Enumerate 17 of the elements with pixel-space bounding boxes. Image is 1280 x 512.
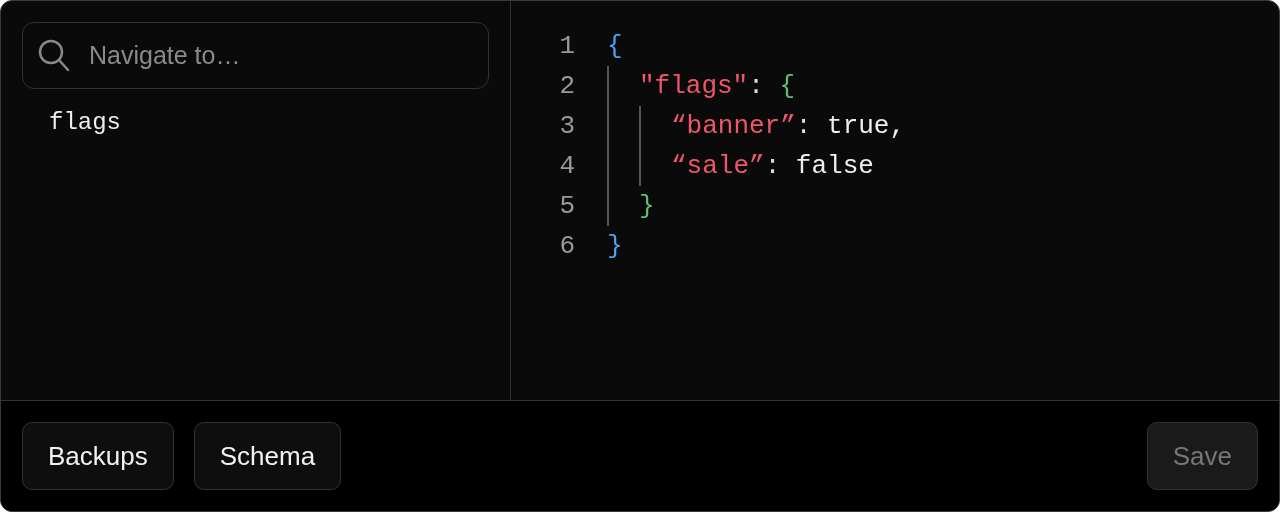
- footer-button[interactable]: Schema: [193, 422, 342, 490]
- line-number: 3: [558, 111, 575, 141]
- line-number: 2: [558, 71, 575, 101]
- search-field[interactable]: Navigate to…: [22, 22, 489, 89]
- footer-button[interactable]: Backups: [22, 422, 174, 490]
- line-number: 4: [558, 151, 575, 181]
- code-line: }: [607, 231, 623, 261]
- code-line: “banner”: true,: [671, 111, 906, 141]
- code-line: “sale”: false: [671, 151, 874, 181]
- line-number: 6: [558, 231, 575, 261]
- tree-item[interactable]: flags: [49, 109, 121, 136]
- line-number: 1: [558, 31, 575, 61]
- code-line: "flags": {: [639, 71, 796, 101]
- code-line: {: [607, 31, 623, 61]
- code-line: }: [639, 191, 655, 221]
- line-number: 5: [558, 191, 575, 221]
- search-icon: [38, 39, 70, 73]
